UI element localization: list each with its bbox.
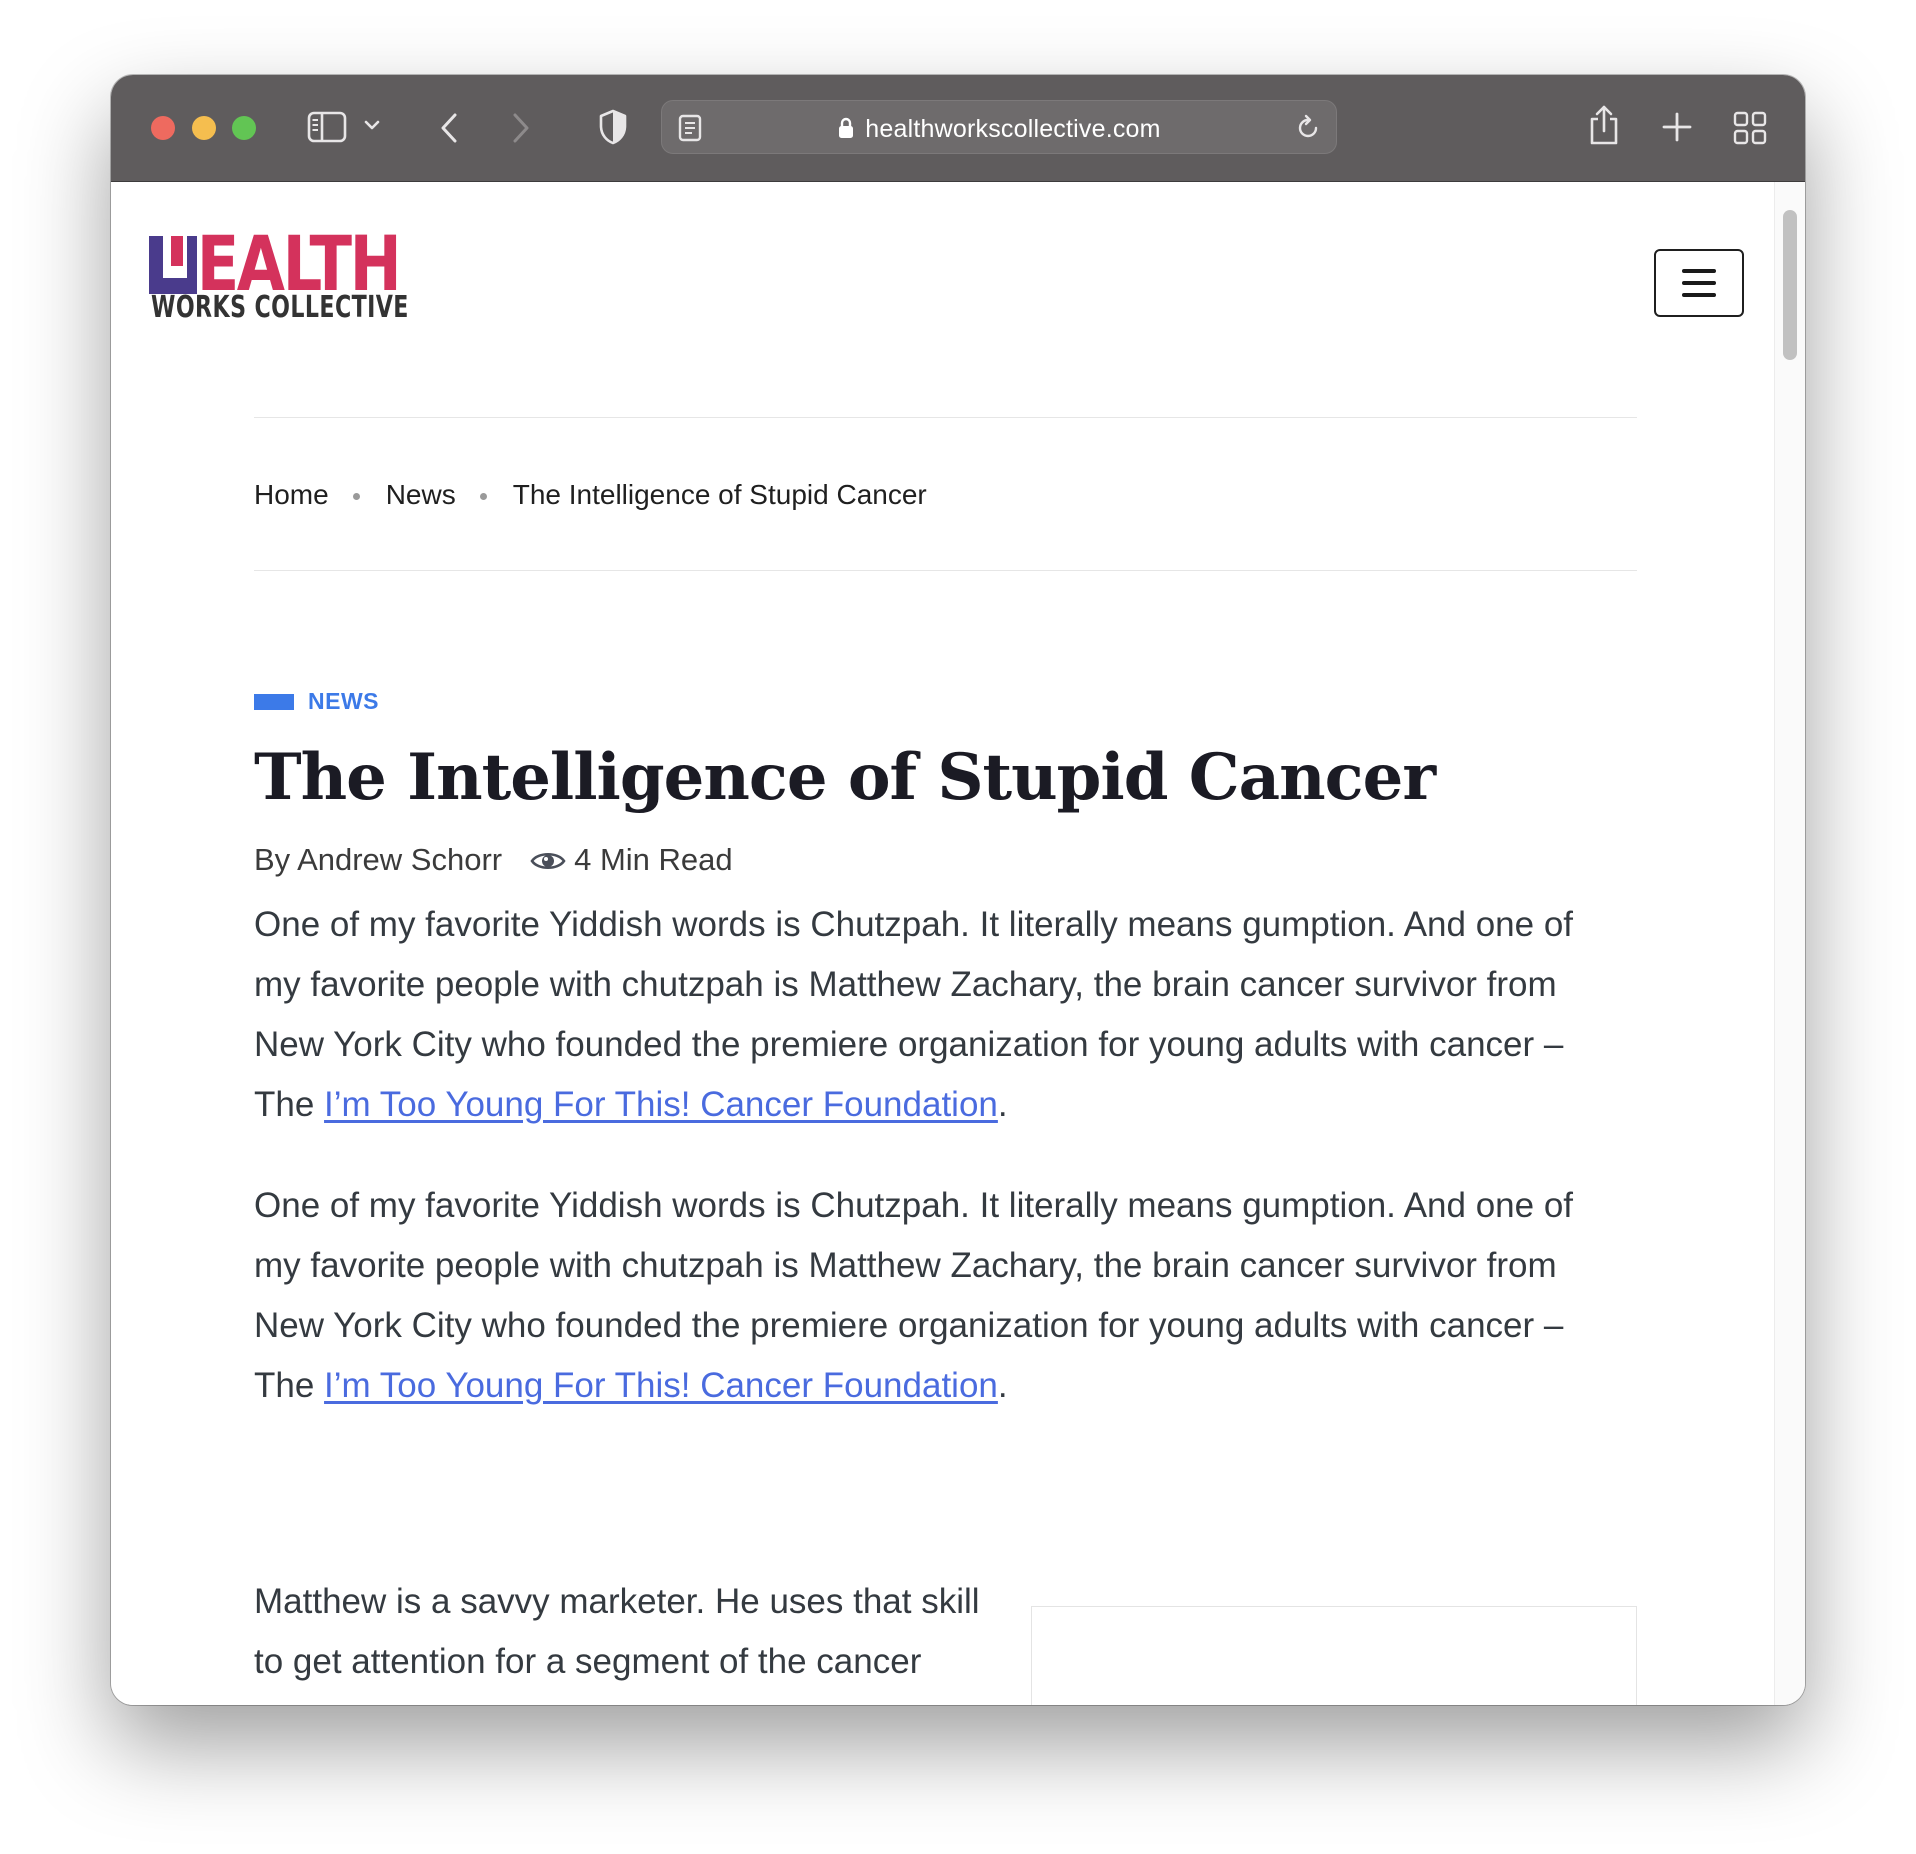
menu-line	[1682, 281, 1716, 285]
divider	[254, 570, 1637, 571]
read-time: 4 Min Read	[574, 842, 733, 877]
browser-window: healthworkscollective.com HEALTH WORKS C…	[111, 75, 1805, 1705]
breadcrumb-current: The Intelligence of Stupid Cancer	[512, 479, 927, 510]
lock-icon	[837, 116, 855, 147]
menu-line	[1682, 269, 1716, 273]
forward-arrow-icon[interactable]	[509, 110, 533, 146]
url-text: healthworkscollective.com	[865, 115, 1161, 143]
article-paragraph: One of my favorite Yiddish words is Chut…	[254, 1176, 1614, 1416]
category-label: NEWS	[308, 688, 379, 714]
author-byline[interactable]: By Andrew Schorr	[254, 842, 502, 877]
hamburger-menu-button[interactable]	[1654, 249, 1744, 317]
back-arrow-icon[interactable]	[437, 110, 461, 146]
logo-mark-icon	[147, 234, 199, 296]
reload-icon[interactable]	[1294, 114, 1322, 142]
article-paragraph: One of my favorite Yiddish words is Chut…	[254, 895, 1614, 1135]
privacy-shield-icon[interactable]	[597, 108, 629, 146]
breadcrumb-separator	[352, 493, 360, 501]
address-bar[interactable]: healthworkscollective.com	[661, 100, 1337, 154]
ad-placeholder	[1031, 1606, 1637, 1705]
paragraph-punctuation: .	[997, 1366, 1008, 1405]
article-paragraph-partial: Matthew is a savvy marketer. He uses tha…	[254, 1582, 980, 1705]
breadcrumb-news-link[interactable]: News	[386, 479, 456, 510]
url-display: healthworkscollective.com	[662, 115, 1336, 147]
category-tag[interactable]: NEWS	[254, 688, 379, 715]
breadcrumb: Home News The Intelligence of Stupid Cance…	[254, 479, 927, 511]
breadcrumb-separator	[479, 493, 487, 501]
scrollbar-thumb[interactable]	[1783, 210, 1797, 360]
scrollbar[interactable]	[1774, 182, 1805, 1705]
close-window-button[interactable]	[151, 116, 175, 140]
tab-overview-icon[interactable]	[1733, 111, 1767, 145]
site-logo[interactable]: HEALTH WORKS COLLECTIVE	[147, 226, 437, 330]
sidebar-toggle-icon[interactable]	[307, 111, 347, 143]
web-page: HEALTH WORKS COLLECTIVE Home News The Inte…	[111, 182, 1805, 1705]
minimize-window-button[interactable]	[192, 116, 216, 140]
article-title: The Intelligence of Stupid Cancer	[254, 740, 1436, 815]
foundation-link[interactable]: I’m Too Young For This! Cancer Foundatio…	[324, 1085, 998, 1124]
divider	[254, 417, 1637, 418]
chevron-down-icon[interactable]	[363, 118, 381, 132]
breadcrumb-home-link[interactable]: Home	[254, 479, 329, 510]
logo-works-collective-text: WORKS COLLECTIVE	[151, 290, 409, 325]
paragraph-punctuation: .	[997, 1085, 1008, 1124]
browser-toolbar: healthworkscollective.com	[111, 75, 1805, 182]
category-bar	[254, 694, 294, 710]
zoom-window-button[interactable]	[232, 116, 256, 140]
article-meta: By Andrew Schorr 4 Min Read	[254, 842, 733, 881]
new-tab-plus-icon[interactable]	[1661, 111, 1693, 143]
eye-icon	[530, 845, 566, 881]
menu-line	[1682, 293, 1716, 297]
share-icon[interactable]	[1587, 103, 1621, 147]
foundation-link[interactable]: I’m Too Young For This! Cancer Foundatio…	[324, 1366, 998, 1405]
